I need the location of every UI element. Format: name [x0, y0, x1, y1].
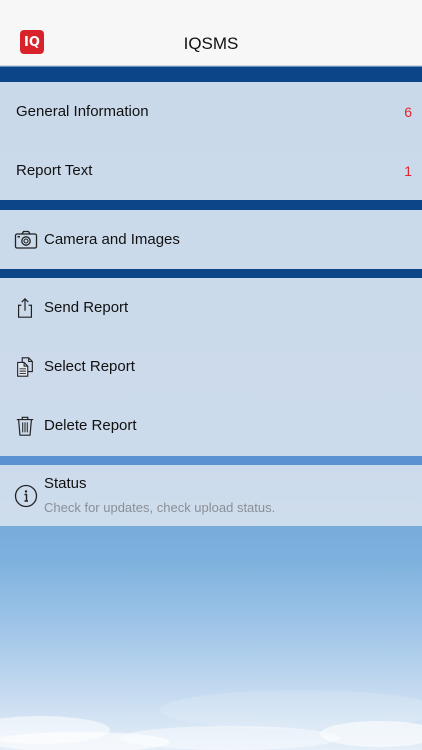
section-separator — [0, 456, 422, 465]
delete-report-label: Delete Report — [44, 417, 137, 434]
status-title: Status — [44, 475, 87, 492]
status-group: Status Check for updates, check upload s… — [0, 465, 422, 526]
cloud-decoration — [0, 690, 422, 750]
general-information-row[interactable]: General Information 6 — [0, 82, 422, 141]
camera-and-images-row[interactable]: Camera and Images — [0, 210, 422, 269]
select-report-row[interactable]: Select Report — [0, 337, 422, 396]
report-text-count: 1 — [404, 162, 412, 179]
camera-and-images-label: Camera and Images — [44, 231, 180, 248]
page-title: IQSMS — [183, 34, 239, 53]
report-text-label: Report Text — [16, 162, 93, 179]
info-icon — [14, 484, 38, 508]
share-icon — [17, 297, 33, 318]
navigation-bar: IQ IQSMS — [0, 0, 422, 66]
sky-background — [0, 630, 422, 750]
general-information-label: General Information — [16, 103, 149, 120]
report-actions-group: Send Report Select Report Delete Report — [0, 278, 422, 456]
send-report-row[interactable]: Send Report — [0, 278, 422, 337]
trash-icon — [16, 416, 34, 436]
media-group: Camera and Images — [0, 210, 422, 269]
section-separator — [0, 200, 422, 210]
report-text-row[interactable]: Report Text 1 — [0, 141, 422, 200]
status-row[interactable]: Status Check for updates, check upload s… — [0, 465, 422, 525]
section-separator — [0, 67, 422, 82]
documents-icon — [17, 356, 33, 377]
delete-report-row[interactable]: Delete Report — [0, 396, 422, 455]
general-information-count: 6 — [404, 103, 412, 120]
camera-icon — [14, 230, 38, 249]
select-report-label: Select Report — [44, 358, 135, 375]
section-separator — [0, 269, 422, 278]
status-subtitle: Check for updates, check upload status. — [44, 500, 276, 515]
send-report-label: Send Report — [44, 299, 129, 316]
report-details-group: General Information 6 Report Text 1 — [0, 82, 422, 200]
